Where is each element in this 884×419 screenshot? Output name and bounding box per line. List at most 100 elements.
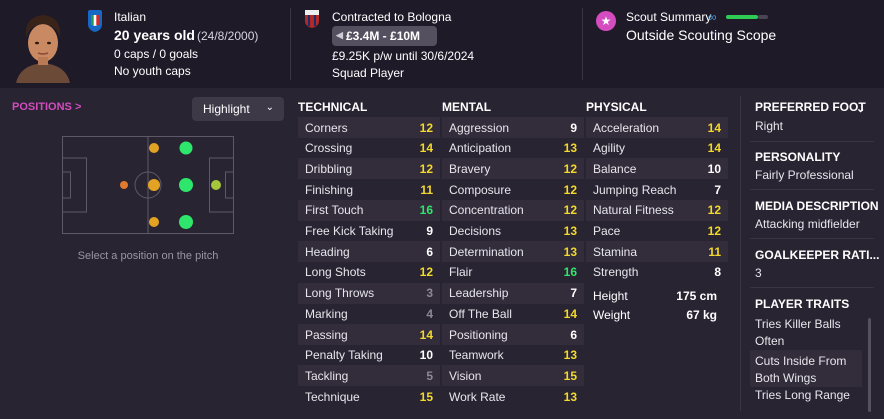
attribute-value: 16 — [563, 265, 577, 280]
attribute-row[interactable]: Marking 4 — [298, 303, 440, 324]
attribute-row[interactable]: Passing 14 — [298, 324, 440, 345]
attribute-row[interactable]: Bravery 12 — [442, 158, 584, 180]
attribute-row[interactable]: Pace 12 — [586, 221, 728, 242]
attribute-value: 3 — [426, 286, 433, 301]
attribute-row[interactable]: Long Shots 12 — [298, 262, 440, 283]
attribute-row[interactable]: Stamina 11 — [586, 241, 728, 263]
attribute-row[interactable]: Composure 12 — [442, 179, 584, 200]
attribute-row[interactable]: Leadership 7 — [442, 282, 584, 304]
attribute-row[interactable]: Aggression 9 — [442, 117, 584, 138]
attribute-row[interactable]: Concentration 12 — [442, 199, 584, 221]
scout-summary-label[interactable]: Scout Summary — [626, 10, 711, 24]
attribute-row[interactable]: Vision 15 — [442, 365, 584, 387]
attribute-value: 6 — [570, 327, 577, 342]
mental-heading: MENTAL — [442, 100, 492, 114]
scout-knowledge-bar-track — [758, 15, 768, 19]
attribute-name: Pace — [593, 224, 621, 238]
attribute-name: Vision — [449, 368, 482, 383]
attribute-name: Stamina — [593, 244, 638, 259]
player-age: 20 years old — [114, 27, 195, 43]
attribute-name: Long Shots — [305, 265, 366, 280]
bologna-badge-icon[interactable] — [305, 10, 319, 28]
weight-value: 67 kg — [686, 308, 717, 322]
attribute-row[interactable]: Work Rate 13 — [442, 386, 584, 407]
attribute-name: Passing — [305, 327, 348, 342]
attribute-name: Teamwork — [449, 348, 504, 363]
attribute-name: Tackling — [305, 368, 349, 383]
personality-value: Fairly Professional — [755, 168, 854, 182]
attribute-name: Flair — [449, 265, 473, 280]
attribute-row[interactable]: Heading 6 — [298, 241, 440, 263]
attribute-row[interactable]: Natural Fitness 12 — [586, 199, 728, 221]
attribute-row[interactable]: Strength 8 — [586, 262, 728, 283]
attribute-name: Corners — [305, 120, 348, 135]
attribute-row[interactable]: Teamwork 13 — [442, 345, 584, 366]
attribute-row[interactable]: Agility 14 — [586, 138, 728, 159]
preferred-foot-heading: PREFERRED FOOT — [755, 100, 866, 114]
trend-arrow-icon: ◀ — [336, 30, 343, 40]
attribute-name: Acceleration — [593, 120, 660, 135]
attribute-row[interactable]: Free Kick Taking 9 — [298, 221, 440, 242]
attribute-row[interactable]: Determination 13 — [442, 241, 584, 263]
media-description-heading: MEDIA DESCRIPTION — [755, 199, 879, 213]
player-trait[interactable]: Tries Killer Balls Often — [750, 313, 862, 350]
attribute-row[interactable]: Jumping Reach 7 — [586, 179, 728, 200]
highlight-label: Highlight — [203, 102, 250, 116]
attribute-name: Positioning — [449, 327, 508, 342]
chevron-down-icon[interactable]: ⌄ — [856, 102, 865, 115]
attribute-row[interactable]: Positioning 6 — [442, 324, 584, 345]
header-divider — [290, 8, 291, 80]
player-header: Italian 20 years old (24/8/2000) 0 caps … — [0, 0, 884, 88]
attribute-name: Bravery — [449, 161, 491, 176]
attribute-row[interactable]: Anticipation 13 — [442, 138, 584, 159]
attribute-name: Jumping Reach — [593, 182, 677, 197]
attribute-name: Finishing — [305, 182, 354, 197]
attribute-name: Anticipation — [449, 141, 512, 156]
attribute-row[interactable]: Long Throws 3 — [298, 282, 440, 304]
player-trait[interactable]: Tries Long Range — [750, 384, 862, 405]
positions-link[interactable]: POSITIONS > — [12, 101, 81, 113]
italy-flag-icon — [88, 10, 102, 32]
attribute-name: Technique — [305, 389, 360, 404]
wage-contract: £9.25K p/w until 30/6/2024 — [332, 49, 475, 63]
attribute-row[interactable]: Off The Ball 14 — [442, 303, 584, 324]
attribute-name: Leadership — [449, 286, 509, 301]
attribute-row[interactable]: Balance 10 — [586, 158, 728, 180]
personality-heading: PERSONALITY — [755, 150, 841, 164]
traits-scrollbar[interactable] — [868, 318, 871, 412]
attribute-value: 9 — [570, 120, 577, 135]
goalkeeper-rating-value: 3 — [755, 266, 762, 280]
attribute-row[interactable]: Technique 15 — [298, 386, 440, 407]
contract-status[interactable]: Contracted to Bologna — [332, 10, 451, 24]
height-value: 175 cm — [676, 289, 717, 303]
highlight-dropdown[interactable]: Highlight ⌄ — [192, 97, 284, 121]
attribute-value: 13 — [563, 244, 577, 259]
squad-status: Squad Player — [332, 66, 405, 80]
attribute-row[interactable]: Dribbling 12 — [298, 158, 440, 180]
attribute-name: Strength — [593, 265, 639, 280]
attribute-value: 15 — [419, 389, 433, 404]
attribute-row[interactable]: Flair 16 — [442, 262, 584, 283]
attribute-row[interactable]: Tackling 5 — [298, 365, 440, 387]
info-separator — [750, 238, 874, 239]
player-trait[interactable]: Cuts Inside From Both Wings — [750, 350, 862, 387]
scout-knowledge-bar — [726, 15, 758, 19]
position-dot-amr — [179, 215, 193, 229]
caps-goals: 0 caps / 0 goals — [114, 47, 199, 61]
chevron-down-icon: ⌄ — [265, 102, 274, 113]
info-divider — [740, 96, 741, 411]
attribute-name: Composure — [449, 182, 512, 197]
attribute-row[interactable]: Decisions 13 — [442, 221, 584, 242]
attribute-value: 13 — [563, 348, 577, 363]
attribute-name: Balance — [593, 161, 637, 176]
position-dot-mc — [148, 179, 160, 191]
attribute-row[interactable]: Penalty Taking 10 — [298, 345, 440, 366]
attribute-row[interactable]: Acceleration 14 — [586, 117, 728, 138]
scout-scope: Outside Scouting Scope — [626, 27, 777, 43]
position-pitch[interactable] — [62, 136, 234, 234]
attribute-row[interactable]: Finishing 11 — [298, 179, 440, 200]
attribute-row[interactable]: Corners 12 — [298, 117, 440, 138]
attribute-row[interactable]: Crossing 14 — [298, 138, 440, 159]
transfer-value-pill[interactable]: ◀ £3.4M - £10M — [332, 26, 437, 46]
attribute-row[interactable]: First Touch 16 — [298, 199, 440, 221]
